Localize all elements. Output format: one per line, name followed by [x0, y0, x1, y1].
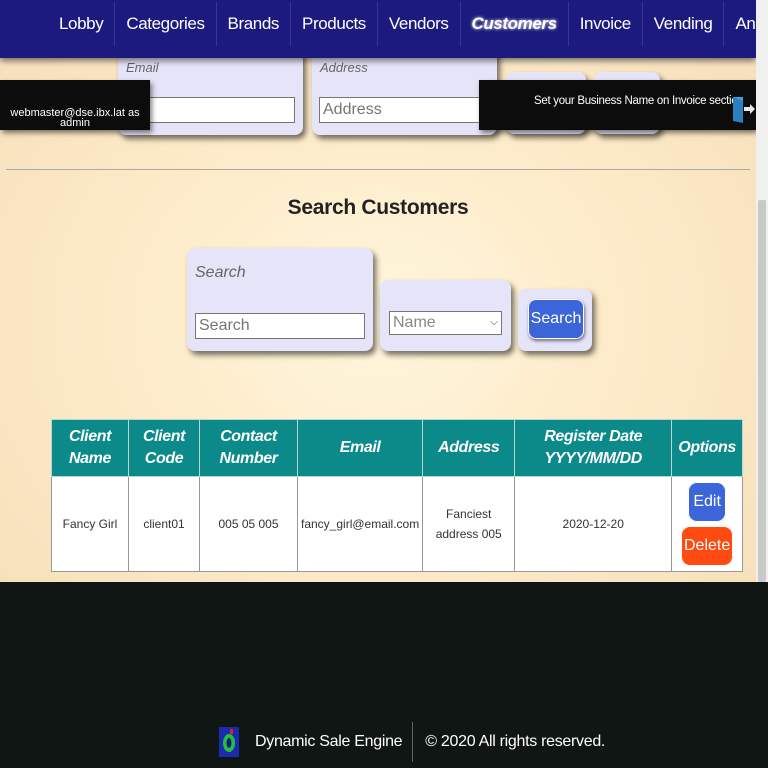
logout-icon[interactable]: [731, 94, 755, 124]
cell-register-date: 2020-12-20: [514, 476, 673, 572]
email-label: Email: [126, 60, 159, 75]
table-row: Fancy Girl client01 005 05 005 fancy_gir…: [51, 476, 743, 572]
main-page: Email Address Search Customers Search Na…: [0, 0, 756, 582]
search-input[interactable]: [195, 313, 365, 339]
footer-copyright: © 2020 All rights reserved.: [425, 733, 606, 750]
top-navbar: Lobby Categories Brands Products Vendors…: [0, 0, 756, 58]
nav-item-brands[interactable]: Brands: [217, 2, 292, 46]
chevron-down-icon: ⌵: [490, 317, 498, 328]
filter-select[interactable]: Name ⌵: [389, 311, 502, 335]
address-label: Address: [320, 60, 368, 75]
email-field[interactable]: [126, 97, 295, 123]
section-divider: [6, 169, 750, 170]
header-address: Address: [422, 419, 516, 477]
filter-selected-value: Name: [393, 314, 436, 331]
header-contact-number: Contact Number: [199, 419, 298, 477]
app-logo-icon: [219, 727, 239, 757]
user-notice: webmaster@dse.ibx.lat as admin: [0, 80, 150, 130]
business-name-notice: Set your Business Name on Invoice sectio…: [479, 80, 756, 130]
scrollbar-thumb[interactable]: [758, 200, 766, 582]
nav-item-customers[interactable]: Customers: [461, 2, 569, 46]
footer: Dynamic Sale Engine © 2020 All rights re…: [218, 716, 605, 768]
address-field[interactable]: [319, 97, 489, 123]
nav-item-products[interactable]: Products: [291, 2, 378, 46]
business-notice-text: Set your Business Name on Invoice sectio…: [534, 95, 744, 107]
search-customers-title: Search Customers: [287, 196, 469, 219]
header-email: Email: [296, 419, 424, 477]
header-client-code: Client Code: [128, 419, 200, 477]
nav-item-invoice[interactable]: Invoice: [569, 2, 643, 46]
search-card: Search: [187, 248, 373, 351]
delete-button[interactable]: Delete: [681, 526, 734, 566]
cell-client-name: Fancy Girl: [51, 476, 129, 572]
cell-client-code: client01: [128, 476, 200, 572]
footer-separator: [412, 722, 414, 762]
nav-item-analytics[interactable]: Analytics: [724, 2, 756, 46]
nav-item-categories[interactable]: Categories: [115, 2, 217, 46]
nav-item-vending[interactable]: Vending: [643, 2, 725, 46]
customers-table: Client Name Client Code Contact Number E…: [51, 419, 743, 572]
cell-options: Edit Delete: [671, 476, 743, 572]
nav-menu: Lobby Categories Brands Products Vendors…: [48, 0, 756, 48]
header-register-date: Register Date YYYY/MM/DD: [514, 419, 673, 477]
cell-address: Fanciest address 005: [422, 476, 516, 572]
search-button[interactable]: Search: [528, 299, 584, 339]
table-header-row: Client Name Client Code Contact Number E…: [51, 419, 743, 477]
search-label: Search: [195, 264, 246, 281]
header-options: Options: [671, 419, 743, 477]
filter-card: Name ⌵: [380, 280, 511, 351]
cell-email: fancy_girl@email.com: [296, 476, 424, 572]
edit-button[interactable]: Edit: [688, 482, 727, 522]
header-client-name: Client Name: [51, 419, 129, 477]
nav-item-lobby[interactable]: Lobby: [48, 2, 116, 46]
nav-item-vendors[interactable]: Vendors: [378, 2, 461, 46]
footer-brand-name: Dynamic Sale Engine: [255, 733, 403, 750]
user-notice-text: webmaster@dse.ibx.lat as admin: [10, 107, 140, 129]
cell-contact: 005 05 005: [199, 476, 298, 572]
